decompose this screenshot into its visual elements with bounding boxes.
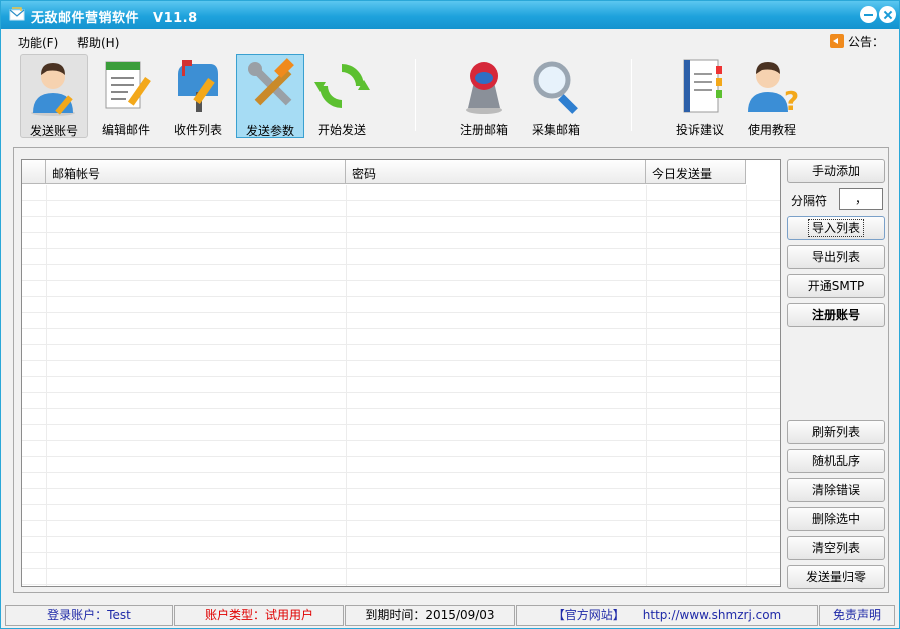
- toolbar-separator: [415, 59, 416, 131]
- disclaimer-link[interactable]: 免责声明: [819, 605, 895, 626]
- tutorial-button[interactable]: ? 使用教程: [738, 54, 806, 138]
- start-send-label: 开始发送: [317, 123, 366, 137]
- shuffle-button[interactable]: 随机乱序: [787, 449, 885, 473]
- separator-label: 分隔符: [791, 194, 828, 208]
- register-mail-label: 注册邮箱: [459, 123, 508, 137]
- reset-count-button[interactable]: 发送量归零: [787, 565, 885, 589]
- notice-area[interactable]: 公告：: [830, 33, 884, 50]
- app-version: V11.8: [153, 11, 198, 26]
- clear-errors-button[interactable]: 清除错误: [787, 478, 885, 502]
- feedback-button[interactable]: 投诉建议: [666, 54, 734, 138]
- site-url-link[interactable]: http://www.shmzrj.com: [643, 608, 781, 622]
- toolbar: 发送账号 编辑邮件 收件列表 发送参数 开始发送 注册邮箱 采集邮箱 投诉建议 …: [1, 53, 899, 141]
- row-header-corner[interactable]: [22, 160, 46, 184]
- status-website[interactable]: 【官方网站】 http://www.shmzrj.com: [516, 605, 818, 626]
- send-params-button[interactable]: 发送参数: [236, 54, 304, 138]
- account-grid[interactable]: 邮箱帐号 密码 今日发送量: [21, 159, 781, 587]
- send-account-label: 发送账号: [29, 124, 78, 138]
- send-account-button[interactable]: 发送账号: [20, 54, 88, 138]
- register-mail-button[interactable]: 注册邮箱: [450, 54, 518, 138]
- close-button[interactable]: [879, 6, 896, 23]
- column-today-sent[interactable]: 今日发送量: [646, 160, 746, 184]
- column-password[interactable]: 密码: [346, 160, 646, 184]
- start-send-button[interactable]: 开始发送: [308, 54, 376, 138]
- notebook-icon: [683, 59, 722, 113]
- separator-input[interactable]: ，: [839, 188, 883, 210]
- user-pencil-icon: [31, 63, 75, 116]
- grid-body[interactable]: [22, 185, 780, 586]
- site-label: 【官方网站】: [552, 608, 625, 622]
- delete-selected-button[interactable]: 删除选中: [787, 507, 885, 531]
- menu-bar: 功能(F) 帮助(H) 公告：: [1, 29, 899, 53]
- user-question-icon: ?: [748, 62, 799, 116]
- notice-label: 公告：: [848, 35, 885, 49]
- toolbar-separator: [631, 59, 632, 131]
- app-name: 无敌邮件营销软件: [31, 11, 140, 26]
- menu-help[interactable]: 帮助(H): [77, 34, 119, 51]
- column-email-account[interactable]: 邮箱帐号: [46, 160, 346, 184]
- clear-list-button[interactable]: 清空列表: [787, 536, 885, 560]
- status-expire: 到期时间：2015/09/03: [345, 605, 515, 626]
- mail-app-icon: [9, 7, 25, 21]
- edit-mail-button[interactable]: 编辑邮件: [92, 54, 160, 138]
- menu-function[interactable]: 功能(F): [18, 34, 58, 51]
- minimize-button[interactable]: [860, 6, 877, 23]
- edit-mail-label: 编辑邮件: [101, 123, 150, 137]
- status-account-type: 账户类型：试用用户: [174, 605, 344, 626]
- app-window: 无敌邮件营销软件 V11.8 功能(F) 帮助(H) 公告： 发送账号 编辑邮件…: [0, 0, 900, 629]
- refresh-arrows-icon: [314, 64, 370, 108]
- import-list-label: 导入列表: [807, 219, 865, 237]
- send-params-label: 发送参数: [245, 124, 294, 138]
- export-list-button[interactable]: 导出列表: [787, 245, 885, 269]
- magnifier-icon: [533, 61, 578, 114]
- status-bar: 登录账户：Test 账户类型：试用用户 到期时间：2015/09/03 【官方网…: [1, 605, 899, 628]
- import-list-button[interactable]: 导入列表: [787, 216, 885, 240]
- recipient-list-button[interactable]: 收件列表: [164, 54, 232, 138]
- tools-icon: [248, 58, 294, 106]
- open-smtp-button[interactable]: 开通SMTP: [787, 274, 885, 298]
- tutorial-label: 使用教程: [747, 123, 796, 137]
- svg-text:?: ?: [784, 87, 799, 116]
- title-bar[interactable]: 无敌邮件营销软件 V11.8: [1, 1, 899, 29]
- collect-mail-button[interactable]: 采集邮箱: [522, 54, 590, 138]
- window-title: 无敌邮件营销软件 V11.8: [31, 7, 198, 26]
- document-pencil-icon: [105, 61, 151, 109]
- collect-mail-label: 采集邮箱: [531, 123, 580, 137]
- mailbox-icon: [178, 60, 218, 112]
- grid-header: 邮箱帐号 密码 今日发送量: [22, 160, 746, 184]
- status-login: 登录账户：Test: [5, 605, 173, 626]
- feedback-label: 投诉建议: [675, 123, 724, 137]
- account-panel: 邮箱帐号 密码 今日发送量 手动添加 分隔符 ， 导入列表 导出列表 开通SMT…: [13, 147, 889, 593]
- refresh-list-button[interactable]: 刷新列表: [787, 420, 885, 444]
- recipient-list-label: 收件列表: [173, 123, 222, 137]
- register-mail-icon: [466, 62, 502, 114]
- register-account-button[interactable]: 注册账号: [787, 303, 885, 327]
- manual-add-button[interactable]: 手动添加: [787, 159, 885, 183]
- speaker-icon: [830, 34, 844, 48]
